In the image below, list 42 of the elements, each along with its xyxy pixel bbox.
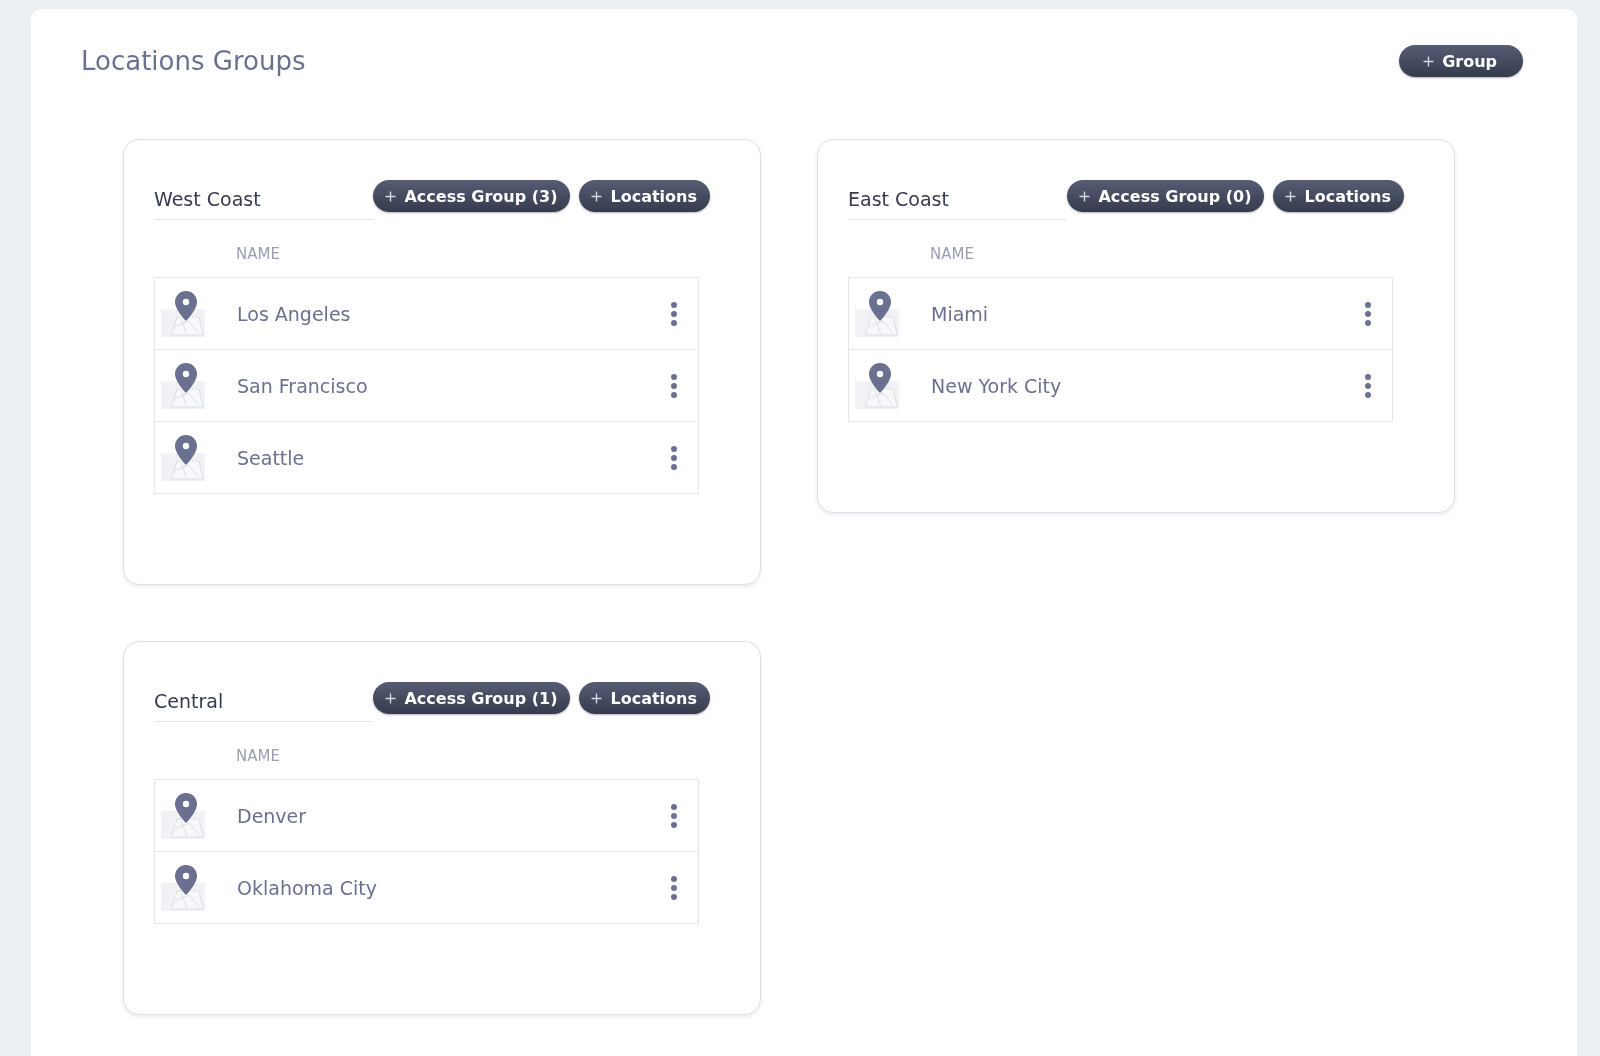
plus-icon xyxy=(591,190,603,202)
more-options-icon[interactable] xyxy=(670,803,678,828)
map-pin-icon xyxy=(853,288,899,339)
add-access-group-button[interactable]: Access Group (3) xyxy=(373,180,571,212)
group-title: East Coast xyxy=(848,180,1068,220)
map-pin-icon xyxy=(159,288,205,339)
location-name: Seattle xyxy=(237,446,306,469)
plus-icon xyxy=(1079,190,1091,202)
column-header: NAME xyxy=(236,747,280,765)
plus-icon xyxy=(591,692,603,704)
more-options-icon[interactable] xyxy=(670,373,678,398)
add-group-button[interactable]: Group xyxy=(1399,45,1523,77)
location-name: Oklahoma City xyxy=(237,876,378,899)
plus-icon xyxy=(1423,55,1435,67)
more-options-icon[interactable] xyxy=(670,875,678,900)
map-pin-icon xyxy=(853,360,899,411)
location-name: New York City xyxy=(931,374,1063,397)
plus-icon xyxy=(1285,190,1297,202)
map-pin-icon xyxy=(159,360,205,411)
more-options-icon[interactable] xyxy=(1364,301,1372,326)
column-header: NAME xyxy=(930,245,974,263)
add-access-group-button[interactable]: Access Group (0) xyxy=(1067,180,1265,212)
map-pin-icon xyxy=(159,862,205,913)
more-options-icon[interactable] xyxy=(670,301,678,326)
location-name: Los Angeles xyxy=(237,302,352,325)
page-title: Locations Groups xyxy=(81,46,306,76)
location-name: San Francisco xyxy=(237,374,369,397)
add-locations-button[interactable]: Locations xyxy=(579,682,710,714)
group-title: Central xyxy=(154,682,374,722)
location-name: Denver xyxy=(237,804,308,827)
add-locations-button[interactable]: Locations xyxy=(1273,180,1404,212)
map-pin-icon xyxy=(159,790,205,841)
more-options-icon[interactable] xyxy=(670,445,678,470)
map-pin-icon xyxy=(159,432,205,483)
plus-icon xyxy=(385,692,397,704)
column-header: NAME xyxy=(236,245,280,263)
group-title: West Coast xyxy=(154,180,374,220)
add-locations-button[interactable]: Locations xyxy=(579,180,710,212)
add-access-group-button[interactable]: Access Group (1) xyxy=(373,682,571,714)
plus-icon xyxy=(385,190,397,202)
location-name: Miami xyxy=(931,302,990,325)
more-options-icon[interactable] xyxy=(1364,373,1372,398)
